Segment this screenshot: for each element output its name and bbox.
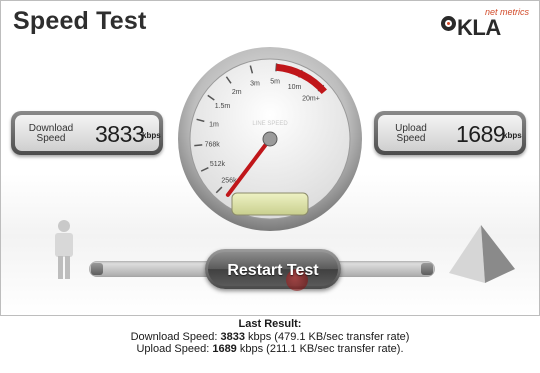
last-result-upload: Upload Speed: 1689 kbps (211.1 KB/sec tr… (136, 343, 404, 355)
gauge-tick-label: 2m (232, 89, 242, 96)
app-title: Speed Test (13, 7, 147, 35)
download-unit: kbps (142, 131, 161, 140)
last-result-summary: Last Result: Download Speed: 3833 kbps (… (0, 318, 540, 356)
download-label: Download Speed (28, 123, 74, 144)
gauge-tick-label: 5m (270, 79, 280, 86)
gauge-tick-label: 768k (205, 142, 221, 149)
gauge-tick-label: 1.5m (215, 103, 231, 110)
gauge-caption: LINE SPEED (252, 121, 288, 127)
gauge-tick-label: 3m (250, 80, 260, 87)
logo-wordmark: KLA (457, 15, 501, 40)
upload-value: 1689 (456, 121, 506, 147)
upload-speed-readout: Upload Speed 1689 kbps (374, 111, 526, 155)
person-icon (55, 220, 73, 279)
restart-button-label: Restart Test (227, 262, 319, 279)
last-result-heading: Last Result: (238, 318, 302, 330)
server-pyramid-icon (449, 225, 515, 283)
gauge-hub (262, 131, 278, 147)
upload-readout-face: Upload Speed 1689 kbps (378, 115, 522, 151)
upload-unit: kbps (503, 131, 522, 140)
logo-ring-icon (441, 16, 456, 31)
gauge-tick-label: 20m+ (302, 95, 320, 102)
gauge-tick-label: 10m (288, 84, 302, 91)
gauge-tick-label: 512k (210, 161, 226, 168)
gauge-tick (194, 144, 203, 147)
restart-button-face: Restart Test (208, 252, 338, 291)
speed-gauge: LINE SPEED 256k512k768k1m1.5m2m3m 5m10m20… (178, 47, 362, 231)
upload-label: Upload Speed (395, 123, 427, 144)
last-result-download: Download Speed: 3833 kbps (479.1 KB/sec … (130, 330, 410, 343)
download-readout-face: Download Speed 3833 kbps (15, 115, 161, 151)
speedtest-panel: Speed Test net metrics KLA Download Spee… (0, 0, 540, 316)
ookla-logo[interactable]: net metrics KLA (441, 7, 535, 40)
restart-test-button[interactable]: Restart Test (205, 249, 341, 291)
gauge-display-window (231, 192, 309, 216)
download-speed-readout: Download Speed 3833 kbps (11, 111, 163, 155)
gauge-tick-label: 1m (209, 121, 219, 128)
download-value: 3833 (95, 121, 145, 147)
